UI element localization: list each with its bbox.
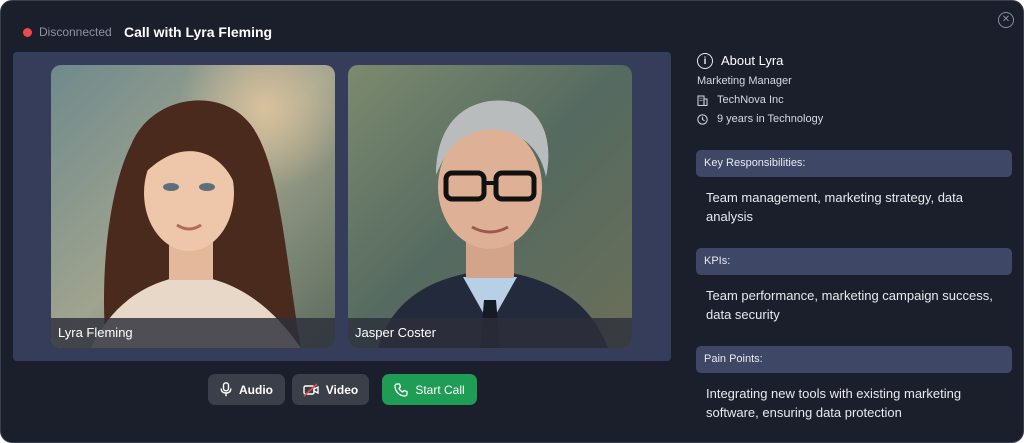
audio-button[interactable]: Audio (208, 374, 285, 405)
experience-row: 9 years in Technology (697, 113, 823, 125)
section-body-responsibilities: Team management, marketing strategy, dat… (706, 190, 963, 224)
building-icon (697, 94, 708, 106)
phone-icon (394, 382, 408, 397)
contact-role: Marketing Manager (697, 75, 792, 87)
video-off-icon (303, 382, 319, 397)
section-header-pain-points: Pain Points: (696, 346, 1012, 373)
section-body-kpis: Team performance, marketing campaign suc… (706, 288, 993, 322)
clock-icon (697, 113, 708, 125)
participant-photo (51, 65, 335, 348)
call-window: Disconnected Call with Lyra Fleming ✕ Ly… (0, 0, 1024, 443)
call-title: Call with Lyra Fleming (124, 24, 273, 40)
participant-photo (348, 65, 632, 348)
close-icon[interactable]: ✕ (998, 12, 1014, 28)
connection-status: Disconnected (39, 25, 112, 39)
start-call-label: Start Call (415, 382, 465, 397)
video-tile-lyra[interactable]: Lyra Fleming (51, 65, 335, 348)
start-call-button[interactable]: Start Call (382, 374, 477, 405)
participant-name: Jasper Coster (348, 318, 632, 348)
video-button[interactable]: Video (292, 374, 369, 405)
microphone-icon (220, 382, 232, 397)
video-tile-jasper[interactable]: Jasper Coster (348, 65, 632, 348)
audio-label: Audio (239, 382, 273, 397)
participant-name: Lyra Fleming (51, 318, 335, 348)
status-indicator-dot (23, 28, 32, 37)
section-header-kpis: KPIs: (696, 248, 1012, 275)
video-label: Video (325, 382, 359, 397)
company-row: TechNova Inc (697, 94, 784, 106)
section-header-responsibilities: Key Responsibilities: (696, 150, 1012, 177)
video-stage: Lyra Fleming Jasper Coster (13, 52, 671, 361)
info-icon: i (697, 53, 713, 69)
section-body-pain-points: Integrating new tools with existing mark… (706, 386, 962, 420)
experience-text: 9 years in Technology (717, 113, 824, 125)
about-title: About Lyra (721, 53, 784, 68)
company-name: TechNova Inc (717, 94, 784, 106)
